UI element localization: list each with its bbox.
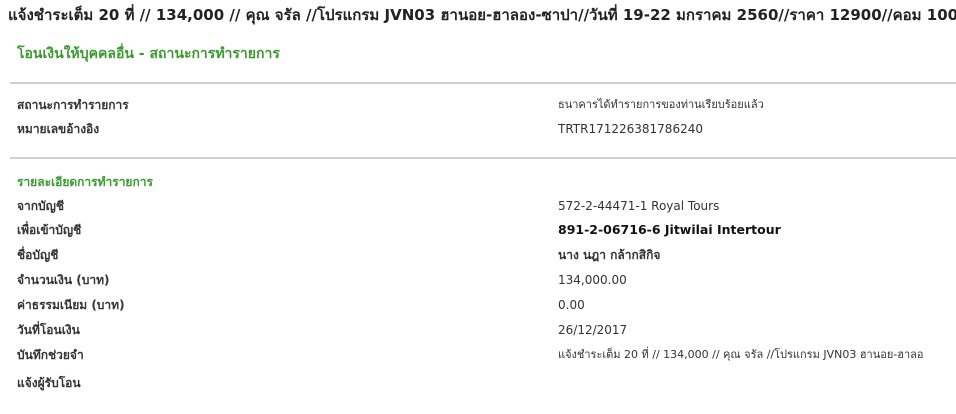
status-value: ธนาคารได้ทำรายการของท่านเรียบร้อยแล้ว bbox=[558, 98, 764, 111]
page-title: โอนเงินให้บุคคลอื่น - สถานะการทำรายการ bbox=[17, 46, 280, 62]
fee-label: ค่าธรรมเนียม (บาท) bbox=[17, 298, 125, 312]
details-section-title: รายละเอียดการทำรายการ bbox=[17, 175, 153, 189]
divider-top bbox=[10, 82, 956, 84]
amount-value: 134,000.00 bbox=[558, 273, 627, 287]
reference-value: TRTR171226381786240 bbox=[558, 122, 703, 136]
notify-row: แจ้งผู้รับโอน bbox=[17, 372, 956, 394]
from-account-row: จากบัญชี 572-2-44471-1 Royal Tours bbox=[17, 195, 956, 217]
transfer-date-label: วันที่โอนเงิน bbox=[17, 323, 80, 337]
amount-row: จำนวนเงิน (บาท) 134,000.00 bbox=[17, 269, 956, 291]
status-row: สถานะการทำรายการ ธนาคารได้ทำรายการของท่า… bbox=[17, 94, 956, 116]
divider-middle bbox=[10, 157, 956, 159]
status-label: สถานะการทำรายการ bbox=[17, 98, 129, 112]
reference-row: หมายเลขอ้างอิง TRTR171226381786240 bbox=[17, 118, 956, 140]
account-name-label: ชื่อบัญชี bbox=[17, 248, 59, 262]
from-account-label: จากบัญชี bbox=[17, 199, 65, 213]
fee-value: 0.00 bbox=[558, 298, 585, 312]
to-account-row: เพื่อเข้าบัญชี 891-2-06716-6 Jitwilai In… bbox=[17, 219, 956, 241]
amount-label: จำนวนเงิน (บาท) bbox=[17, 273, 110, 287]
to-account-label: เพื่อเข้าบัญชี bbox=[17, 223, 82, 237]
memo-banner: แจ้งชำระเต็ม 20 ที่ // 134,000 // คุณ จร… bbox=[8, 6, 956, 24]
notify-label: แจ้งผู้รับโอน bbox=[17, 376, 81, 390]
transfer-date-value: 26/12/2017 bbox=[558, 323, 628, 337]
memo-label: บันทึกช่วยจำ bbox=[17, 348, 84, 362]
from-account-value: 572-2-44471-1 Royal Tours bbox=[558, 199, 720, 213]
account-name-value: นาง นฎา กล้ากสิกิจ bbox=[558, 248, 661, 262]
account-name-row: ชื่อบัญชี นาง นฎา กล้ากสิกิจ bbox=[17, 244, 956, 266]
memo-value: แจ้งชำระเต็ม 20 ที่ // 134,000 // คุณ จร… bbox=[558, 348, 924, 361]
reference-label: หมายเลขอ้างอิง bbox=[17, 122, 100, 136]
transfer-date-row: วันที่โอนเงิน 26/12/2017 bbox=[17, 319, 956, 341]
fee-row: ค่าธรรมเนียม (บาท) 0.00 bbox=[17, 294, 956, 316]
to-account-value: 891-2-06716-6 Jitwilai Intertour bbox=[558, 222, 781, 237]
memo-row: บันทึกช่วยจำ แจ้งชำระเต็ม 20 ที่ // 134,… bbox=[17, 344, 956, 366]
